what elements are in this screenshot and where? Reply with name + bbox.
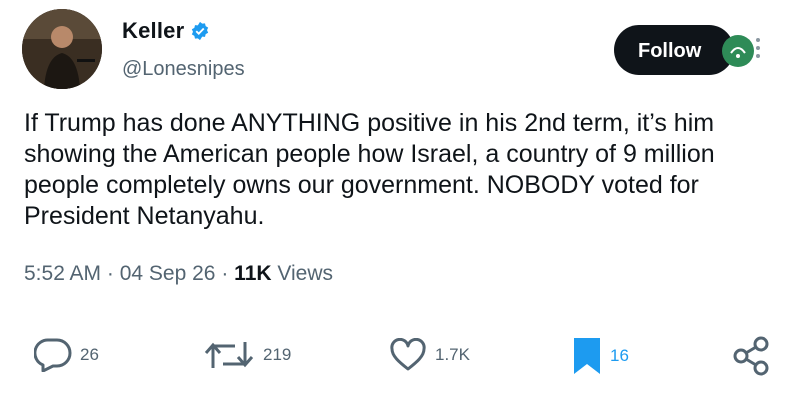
share-icon [733, 336, 769, 376]
tweet-time[interactable]: 5:52 AM [24, 262, 101, 285]
action-bar: 26 219 1.7K 16 [0, 330, 800, 380]
reply-icon [34, 338, 72, 372]
display-name[interactable]: Keller [122, 18, 184, 44]
reply-count: 26 [80, 345, 99, 364]
more-icon[interactable] [755, 36, 761, 62]
bookmark-icon [574, 338, 600, 374]
watermark-logo [722, 35, 754, 67]
tweet-date[interactable]: 04 Sep 26 [120, 262, 216, 285]
tweet-text: If Trump has done ANYTHING positive in h… [24, 109, 715, 230]
like-icon [390, 338, 426, 371]
like-count: 1.7K [435, 345, 470, 364]
bookmark-count: 16 [610, 346, 629, 365]
like-button[interactable]: 1.7K [389, 338, 470, 372]
bookmark-button[interactable]: 16 [572, 336, 629, 376]
follow-label: Follow [638, 39, 702, 62]
meta-separator: · [106, 262, 120, 285]
views-count: 11K [234, 262, 272, 285]
user-handle[interactable]: @Lonesnipes [122, 58, 245, 81]
retweet-button[interactable]: 219 [203, 338, 291, 372]
avatar[interactable] [22, 9, 102, 89]
follow-button[interactable]: Follow [614, 25, 734, 75]
views-label: Views [277, 262, 334, 285]
retweet-icon [204, 342, 254, 368]
reply-button[interactable]: 26 [34, 338, 99, 372]
name-row: Keller [122, 18, 210, 44]
meta-separator: · [221, 262, 235, 285]
tweet-meta: 5:52 AM · 04 Sep 26 · 11K Views [24, 262, 333, 286]
retweet-count: 219 [263, 345, 292, 364]
share-button[interactable] [731, 336, 771, 376]
verified-badge-icon [190, 21, 210, 41]
